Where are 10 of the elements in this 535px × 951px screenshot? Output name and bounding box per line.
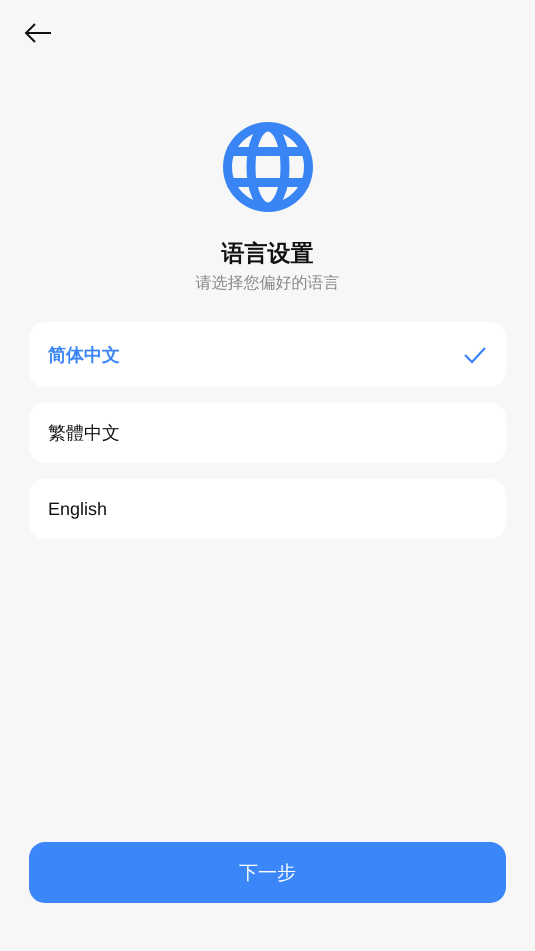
page-subtitle: 请选择您偏好的语言	[196, 274, 340, 294]
back-arrow-icon	[24, 22, 52, 44]
page-title: 语言设置	[222, 239, 314, 268]
language-option[interactable]: 繁體中文	[29, 403, 506, 463]
next-button[interactable]: 下一步	[29, 842, 506, 903]
checkmark-icon	[463, 344, 487, 364]
globe-icon	[222, 122, 312, 212]
language-option[interactable]: English	[29, 479, 506, 539]
back-button[interactable]	[24, 22, 52, 44]
language-option[interactable]: 简体中文	[29, 322, 506, 387]
